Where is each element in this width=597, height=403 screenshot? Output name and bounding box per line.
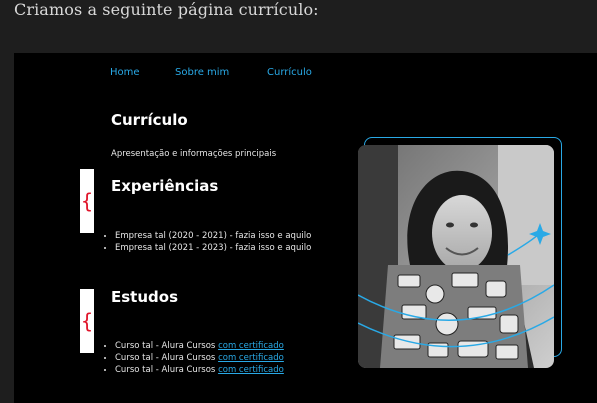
certificate-link[interactable]: com certificado [218,365,284,375]
page-subtitle: Apresentação e informações principais [111,149,277,159]
nav-home-link[interactable]: Home [110,67,140,78]
brace-decoration-experiences: { [80,169,94,233]
experiences-list: Empresa tal (2020 - 2021) - fazia isso e… [106,230,311,254]
page-title: Currículo [111,111,188,129]
experiences-heading: Experiências [111,177,219,195]
list-item: Empresa tal (2021 - 2023) - fazia isso e… [115,242,311,254]
intro-text: Criamos a seguinte página currículo: [14,0,319,19]
resume-page-preview: Home Sobre mim Currículo Currículo Apres… [14,53,597,403]
list-item: Curso tal - Alura Cursos com certificado [115,364,284,376]
brace-icon: { [80,309,94,333]
profile-photo [358,145,554,368]
certificate-link[interactable]: com certificado [218,341,284,351]
brace-decoration-studies: { [80,289,94,353]
nav-sobre-mim-link[interactable]: Sobre mim [175,67,229,78]
studies-list: Curso tal - Alura Cursos com certificado… [106,340,284,376]
nav-curriculo-link[interactable]: Currículo [267,67,312,78]
list-item: Empresa tal (2020 - 2021) - fazia isso e… [115,230,311,242]
studies-heading: Estudos [111,288,178,306]
list-item: Curso tal - Alura Cursos com certificado [115,352,284,364]
certificate-link[interactable]: com certificado [218,353,284,363]
brace-icon: { [80,189,94,213]
list-item: Curso tal - Alura Cursos com certificado [115,340,284,352]
